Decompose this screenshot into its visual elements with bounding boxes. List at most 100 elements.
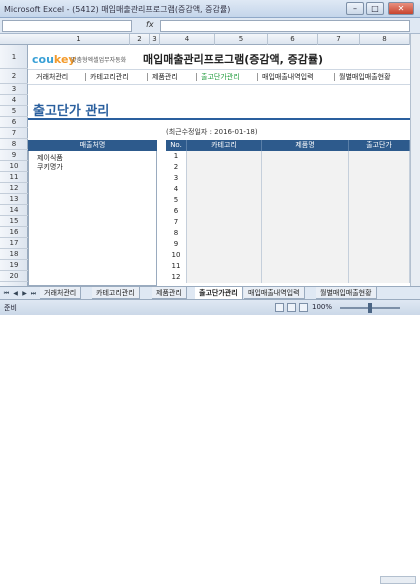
table-cell[interactable] bbox=[349, 195, 410, 206]
table-cell[interactable] bbox=[262, 250, 349, 261]
table-cell[interactable] bbox=[349, 228, 410, 239]
name-box[interactable] bbox=[2, 20, 132, 32]
column-header[interactable]: 2 bbox=[130, 34, 150, 45]
table-cell[interactable] bbox=[187, 206, 262, 217]
table-row[interactable]: 3 bbox=[166, 173, 410, 184]
formula-input[interactable] bbox=[160, 20, 410, 32]
sheet-tab[interactable]: 카테고리관리 bbox=[92, 287, 140, 299]
table-cell[interactable] bbox=[349, 151, 410, 162]
table-cell[interactable] bbox=[262, 261, 349, 272]
table-row[interactable]: 4 bbox=[166, 184, 410, 195]
row-header[interactable]: 3 bbox=[0, 84, 28, 95]
table-cell[interactable] bbox=[262, 151, 349, 162]
table-cell[interactable] bbox=[262, 272, 349, 283]
table-row[interactable]: 7 bbox=[166, 217, 410, 228]
row-header[interactable]: 9 bbox=[0, 150, 28, 161]
table-cell[interactable] bbox=[187, 239, 262, 250]
nav-item[interactable]: 거래처관리 bbox=[36, 71, 68, 83]
table-cell[interactable] bbox=[349, 239, 410, 250]
minimize-button[interactable]: – bbox=[346, 2, 364, 15]
column-header[interactable]: 1 bbox=[28, 34, 130, 45]
nav-item[interactable]: 출고단가관리 bbox=[201, 71, 240, 83]
table-cell[interactable] bbox=[187, 217, 262, 228]
nav-item[interactable]: 매입매출내역입력 bbox=[262, 71, 314, 83]
table-cell[interactable] bbox=[349, 173, 410, 184]
table-row[interactable]: 11 bbox=[166, 261, 410, 272]
table-cell[interactable] bbox=[187, 261, 262, 272]
column-header[interactable]: 4 bbox=[160, 34, 215, 45]
nav-item[interactable]: 제품관리 bbox=[152, 71, 178, 83]
table-cell[interactable] bbox=[262, 239, 349, 250]
row-header[interactable]: 6 bbox=[0, 117, 28, 128]
prev-sheet-icon[interactable]: ◀ bbox=[11, 289, 20, 298]
maximize-button[interactable]: □ bbox=[366, 2, 384, 15]
close-button[interactable]: ✕ bbox=[388, 2, 414, 15]
table-cell[interactable] bbox=[262, 173, 349, 184]
customer-list[interactable]: 제이식품 쿠키명가 bbox=[28, 151, 157, 286]
table-cell[interactable] bbox=[262, 195, 349, 206]
fx-icon[interactable]: fx bbox=[146, 20, 154, 29]
page-break-icon[interactable] bbox=[299, 303, 308, 312]
table-cell[interactable] bbox=[349, 261, 410, 272]
sheet-tab[interactable]: 거래처관리 bbox=[40, 287, 82, 299]
table-cell[interactable] bbox=[187, 162, 262, 173]
table-row[interactable]: 10 bbox=[166, 250, 410, 261]
table-row[interactable]: 6 bbox=[166, 206, 410, 217]
column-header[interactable]: 5 bbox=[215, 34, 268, 45]
table-cell[interactable] bbox=[187, 184, 262, 195]
row-header[interactable]: 2 bbox=[0, 69, 28, 84]
column-header[interactable]: 7 bbox=[318, 34, 360, 45]
nav-item[interactable]: 월별매입매출현황 bbox=[339, 71, 391, 83]
column-header[interactable]: 6 bbox=[268, 34, 318, 45]
row-header[interactable]: 16 bbox=[0, 227, 28, 238]
sheet-tab[interactable]: 월별매입매출현황 bbox=[316, 287, 377, 299]
horizontal-scrollbar[interactable] bbox=[380, 576, 416, 584]
row-header[interactable]: 1 bbox=[0, 45, 28, 69]
row-header[interactable]: 12 bbox=[0, 183, 28, 194]
table-cell[interactable] bbox=[187, 272, 262, 283]
customer-item[interactable]: 쿠키명가 bbox=[37, 162, 63, 172]
table-row[interactable]: 1 bbox=[166, 151, 410, 162]
sheet-tab[interactable]: 출고단가관리 bbox=[195, 287, 243, 299]
table-row[interactable]: 9 bbox=[166, 239, 410, 250]
table-cell[interactable] bbox=[349, 162, 410, 173]
table-row[interactable]: 12 bbox=[166, 272, 410, 283]
table-cell[interactable] bbox=[349, 272, 410, 283]
row-header[interactable]: 15 bbox=[0, 216, 28, 227]
last-sheet-icon[interactable]: ⏭ bbox=[29, 289, 38, 298]
sheet-tab[interactable]: 제품관리 bbox=[152, 287, 187, 299]
row-header[interactable]: 13 bbox=[0, 194, 28, 205]
zoom-slider-knob[interactable] bbox=[368, 303, 372, 313]
table-cell[interactable] bbox=[262, 162, 349, 173]
table-row[interactable]: 8 bbox=[166, 228, 410, 239]
table-cell[interactable] bbox=[349, 217, 410, 228]
page-layout-icon[interactable] bbox=[287, 303, 296, 312]
next-sheet-icon[interactable]: ▶ bbox=[20, 289, 29, 298]
row-header[interactable]: 20 bbox=[0, 271, 28, 282]
table-cell[interactable] bbox=[187, 195, 262, 206]
row-header[interactable]: 17 bbox=[0, 238, 28, 249]
sheet-tab[interactable]: 매입매출내역입력 bbox=[244, 287, 305, 299]
row-header[interactable]: 14 bbox=[0, 205, 28, 216]
row-header[interactable]: 10 bbox=[0, 161, 28, 172]
table-cell[interactable] bbox=[349, 206, 410, 217]
table-cell[interactable] bbox=[187, 173, 262, 184]
column-header[interactable]: 3 bbox=[150, 34, 160, 45]
table-cell[interactable] bbox=[349, 184, 410, 195]
table-cell[interactable] bbox=[262, 184, 349, 195]
table-cell[interactable] bbox=[262, 228, 349, 239]
vertical-scrollbar[interactable] bbox=[410, 34, 420, 286]
table-cell[interactable] bbox=[262, 217, 349, 228]
row-header[interactable]: 11 bbox=[0, 172, 28, 183]
row-header[interactable]: 18 bbox=[0, 249, 28, 260]
row-header[interactable]: 4 bbox=[0, 95, 28, 106]
row-header[interactable]: 7 bbox=[0, 128, 28, 139]
worksheet[interactable]: coukey 맞춤형엑셀업무자동화 매입매출관리프로그램(증감액, 증감률) 거… bbox=[28, 45, 410, 286]
table-cell[interactable] bbox=[187, 228, 262, 239]
row-header[interactable]: 8 bbox=[0, 139, 28, 150]
row-header[interactable]: 5 bbox=[0, 106, 28, 117]
first-sheet-icon[interactable]: ⏮ bbox=[2, 289, 11, 298]
nav-item[interactable]: 카테고리관리 bbox=[90, 71, 129, 83]
table-cell[interactable] bbox=[187, 151, 262, 162]
table-cell[interactable] bbox=[262, 206, 349, 217]
